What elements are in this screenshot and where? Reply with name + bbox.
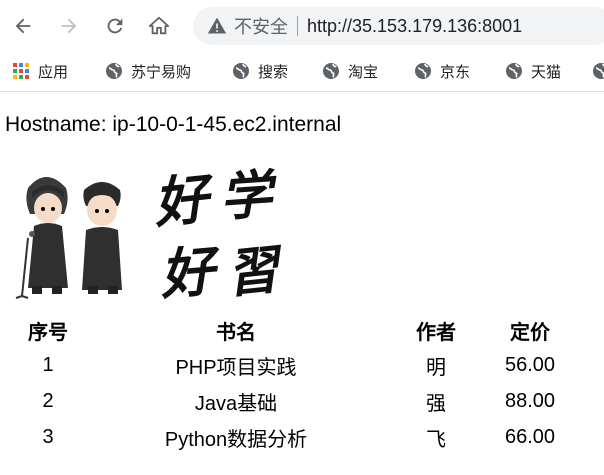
globe-icon xyxy=(415,63,431,79)
table-row: 3 Python数据分析 飞 66.00 xyxy=(13,419,577,455)
cell-index: 1 xyxy=(42,353,54,376)
study-banner-image: 好 学 好 習 xyxy=(15,164,288,303)
cell-title: Java基础 xyxy=(194,392,278,415)
table-header-row: 序号 书名 作者 定价 xyxy=(13,314,577,347)
back-button[interactable] xyxy=(6,9,40,43)
bookmark-suning[interactable]: 苏宁易购 xyxy=(105,60,191,82)
bookmark-apps[interactable]: 应用 xyxy=(12,60,68,82)
book-table: 序号 书名 作者 定价 1 PHP项目实践 明 56.00 2 Java基础 强… xyxy=(13,314,577,455)
back-arrow-icon xyxy=(15,18,31,34)
reload-button[interactable] xyxy=(98,9,132,43)
cartoon-figure-right xyxy=(82,182,122,294)
table-row: 1 PHP项目实践 明 56.00 xyxy=(13,347,577,383)
globe-icon xyxy=(506,63,522,79)
omnibox-divider xyxy=(297,16,298,36)
cell-index: 3 xyxy=(42,425,54,448)
hostname-text: Hostname: ip-10-0-1-45.ec2.internal xyxy=(5,113,342,136)
bookmark-taobao[interactable]: 淘宝 xyxy=(322,60,378,82)
bookmark-label: 搜索 xyxy=(258,63,289,81)
bookmark-tmall[interactable]: 天猫 xyxy=(505,60,561,82)
globe-icon xyxy=(593,63,604,79)
cell-author: 明 xyxy=(426,356,446,379)
cell-author: 飞 xyxy=(426,428,446,451)
table-row: 2 Java基础 强 88.00 xyxy=(13,383,577,419)
bookmark-label: 淘宝 xyxy=(348,63,379,81)
forward-button[interactable] xyxy=(52,9,86,43)
cell-title: Python数据分析 xyxy=(164,428,308,451)
header-index: 序号 xyxy=(28,322,68,344)
url-text[interactable]: http://35.153.179.136:8001 xyxy=(307,16,522,37)
globe-icon xyxy=(233,63,249,79)
home-icon xyxy=(148,16,170,35)
header-title: 书名 xyxy=(216,322,256,344)
warning-icon xyxy=(207,17,227,34)
cell-index: 2 xyxy=(42,389,54,412)
home-button[interactable] xyxy=(142,9,176,43)
address-bar[interactable]: 不安全 http://35.153.179.136:8001 xyxy=(193,7,604,45)
forward-arrow-icon xyxy=(61,18,77,34)
header-author: 作者 xyxy=(416,322,456,344)
bookmark-label: 苏宁易购 xyxy=(131,63,192,81)
bookmark-label: 京东 xyxy=(440,63,471,81)
cell-price: 56.00 xyxy=(504,353,556,376)
bookmark-search[interactable]: 搜索 xyxy=(232,60,288,82)
bookmark-label: 应用 xyxy=(38,63,69,81)
apps-grid-icon xyxy=(13,63,29,79)
bookmark-label: 天猫 xyxy=(531,63,562,81)
svg-text:学: 学 xyxy=(218,164,281,229)
bookmark-overflow[interactable] xyxy=(592,60,604,82)
svg-text:習: 習 xyxy=(223,239,287,303)
browser-toolbar: 不安全 http://35.153.179.136:8001 xyxy=(0,0,604,52)
cell-price: 66.00 xyxy=(504,425,556,448)
header-price: 定价 xyxy=(510,322,550,344)
bookmarks-bar: 应用 苏宁易购 搜索 淘宝 京东 天猫 xyxy=(0,52,604,92)
globe-icon xyxy=(323,63,339,79)
svg-text:好: 好 xyxy=(156,238,224,303)
bookmark-jd[interactable]: 京东 xyxy=(414,60,470,82)
globe-icon xyxy=(106,63,122,79)
security-label[interactable]: 不安全 xyxy=(234,13,288,39)
cartoon-figure-left xyxy=(15,177,68,299)
cell-title: PHP项目实践 xyxy=(175,356,297,379)
cell-price: 88.00 xyxy=(504,389,556,412)
calligraphy-text: 好 学 好 習 xyxy=(150,164,288,303)
svg-text:好: 好 xyxy=(150,165,219,235)
reload-icon xyxy=(107,18,123,34)
cell-author: 强 xyxy=(426,392,446,415)
